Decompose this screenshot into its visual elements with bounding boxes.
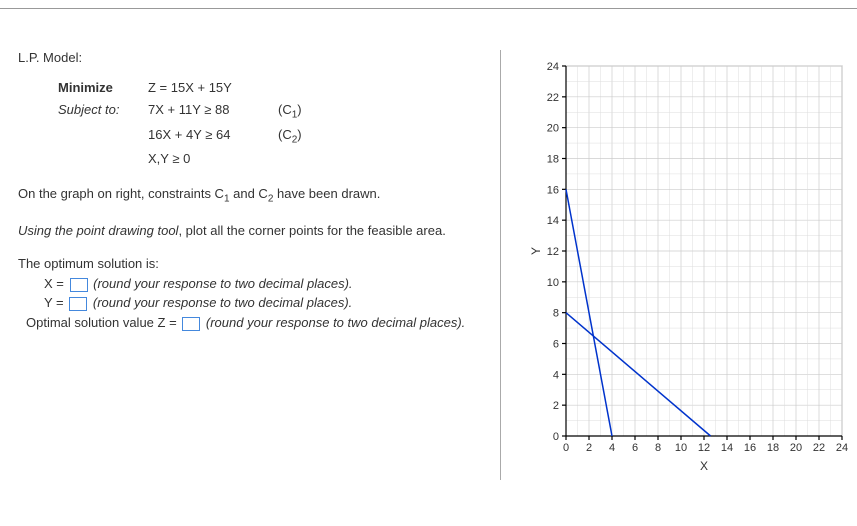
model-title: L.P. Model:: [18, 50, 488, 65]
tool-instruction: Using the point drawing tool, plot all t…: [18, 221, 488, 241]
subject-to-label: Subject to:: [58, 99, 148, 124]
svg-text:24: 24: [836, 442, 848, 454]
svg-text:X: X: [700, 459, 708, 473]
z-equals-label: Optimal solution value Z =: [26, 315, 180, 330]
c2-expr: 16X + 4Y ≥ 64: [148, 124, 278, 149]
svg-text:10: 10: [547, 277, 559, 289]
optimum-section: The optimum solution is: X = (round your…: [18, 254, 488, 332]
svg-text:12: 12: [698, 442, 710, 454]
svg-text:24: 24: [547, 61, 559, 73]
svg-text:0: 0: [563, 442, 569, 454]
svg-text:16: 16: [547, 184, 559, 196]
svg-text:4: 4: [609, 442, 615, 454]
constraint-chart[interactable]: 0246810121416182022240246810121416182022…: [530, 60, 850, 480]
svg-text:14: 14: [547, 215, 559, 227]
lp-model-block: Minimize Z = 15X + 15Y Subject to: 7X + …: [58, 77, 488, 170]
vertical-divider: [500, 50, 501, 480]
y-input[interactable]: [69, 297, 87, 311]
svg-text:2: 2: [586, 442, 592, 454]
svg-text:16: 16: [744, 442, 756, 454]
svg-text:20: 20: [547, 123, 559, 135]
svg-text:14: 14: [721, 442, 733, 454]
svg-text:0: 0: [553, 431, 559, 443]
svg-text:22: 22: [813, 442, 825, 454]
c1-name: (C1): [278, 99, 318, 124]
svg-text:22: 22: [547, 92, 559, 104]
graph-description: On the graph on right, constraints C1 an…: [18, 184, 488, 207]
svg-text:10: 10: [675, 442, 687, 454]
optimum-intro: The optimum solution is:: [18, 254, 488, 274]
y-hint: (round your response to two decimal plac…: [89, 295, 352, 310]
svg-text:8: 8: [655, 442, 661, 454]
minimize-label: Minimize: [58, 77, 148, 99]
objective-expr: Z = 15X + 15Y: [148, 77, 278, 99]
nonneg-expr: X,Y ≥ 0: [148, 148, 278, 170]
x-input[interactable]: [70, 278, 88, 292]
x-equals-label: X =: [44, 276, 68, 291]
y-equals-label: Y =: [44, 295, 67, 310]
svg-text:4: 4: [553, 369, 559, 381]
svg-text:12: 12: [547, 246, 559, 258]
svg-text:6: 6: [553, 339, 559, 351]
svg-text:6: 6: [632, 442, 638, 454]
c1-expr: 7X + 11Y ≥ 88: [148, 99, 278, 124]
svg-text:Y: Y: [530, 247, 543, 255]
svg-text:8: 8: [553, 308, 559, 320]
x-hint: (round your response to two decimal plac…: [90, 276, 353, 291]
svg-text:20: 20: [790, 442, 802, 454]
svg-text:2: 2: [553, 400, 559, 412]
svg-text:18: 18: [767, 442, 779, 454]
z-hint: (round your response to two decimal plac…: [202, 315, 465, 330]
z-input[interactable]: [182, 317, 200, 331]
c2-name: (C2): [278, 124, 318, 149]
svg-text:18: 18: [547, 154, 559, 166]
